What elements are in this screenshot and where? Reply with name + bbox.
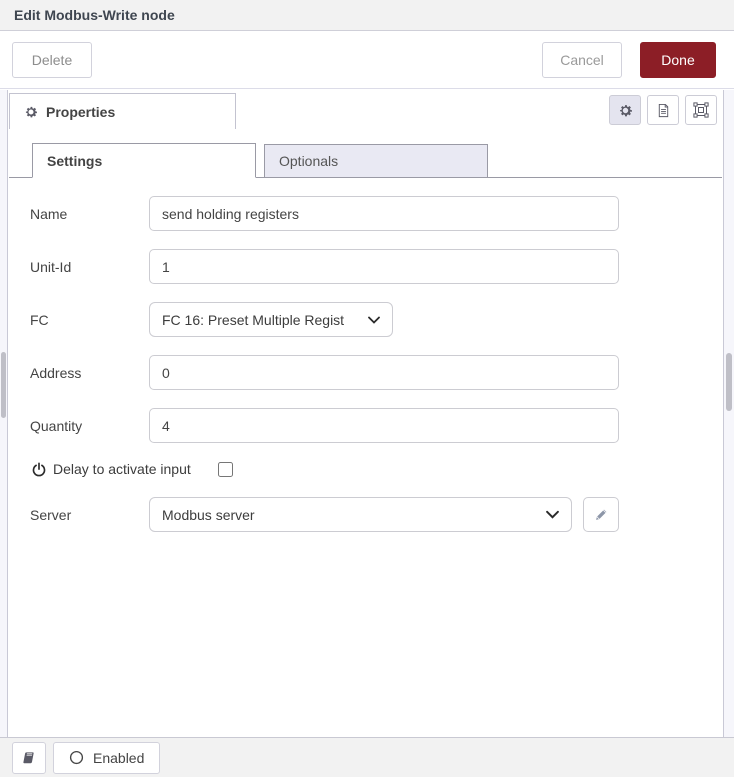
object-group-icon	[693, 102, 709, 118]
gear-icon	[24, 105, 38, 119]
tab-settings-label: Settings	[47, 153, 102, 169]
server-selected-value: Modbus server	[162, 507, 255, 523]
name-label: Name	[30, 206, 149, 222]
fc-label: FC	[30, 312, 149, 328]
right-scrollbar-thumb[interactable]	[726, 353, 732, 411]
edit-server-button[interactable]	[583, 497, 619, 532]
chevron-down-icon	[546, 510, 559, 519]
node-help-button[interactable]	[12, 742, 46, 774]
quantity-row: Quantity	[30, 408, 722, 443]
dialog-body: Properties	[0, 90, 734, 737]
quantity-label: Quantity	[30, 418, 149, 434]
server-row: Server Modbus server	[30, 497, 722, 532]
unit-id-label: Unit-Id	[30, 259, 149, 275]
left-scrollbar[interactable]	[0, 90, 8, 737]
editor-tab-icons	[609, 95, 717, 125]
properties-tab-label: Properties	[46, 104, 115, 120]
dialog-content: Properties	[9, 90, 722, 737]
properties-gear-icon-button[interactable]	[609, 95, 641, 125]
name-input[interactable]	[149, 196, 619, 231]
settings-form: Name Unit-Id FC FC 16: Preset Multiple R…	[9, 178, 722, 532]
appearance-icon-button[interactable]	[685, 95, 717, 125]
tab-optionals-label: Optionals	[279, 153, 338, 169]
edit-node-dialog: Edit Modbus-Write node Delete Cancel Don…	[0, 0, 734, 777]
fc-select[interactable]: FC 16: Preset Multiple Regist	[149, 302, 393, 337]
unit-id-row: Unit-Id	[30, 249, 722, 284]
quantity-input[interactable]	[149, 408, 619, 443]
server-label: Server	[30, 507, 149, 523]
delay-row: Delay to activate input	[32, 461, 722, 477]
address-label: Address	[30, 365, 149, 381]
dialog-footer: Enabled	[0, 737, 734, 777]
tab-properties[interactable]: Properties	[9, 93, 236, 129]
delete-button[interactable]: Delete	[12, 42, 92, 78]
dialog-toolbar: Delete Cancel Done	[0, 31, 734, 89]
enabled-label: Enabled	[93, 750, 144, 766]
settings-tab-bar: Settings Optionals	[9, 143, 722, 178]
address-row: Address	[30, 355, 722, 390]
fc-row: FC FC 16: Preset Multiple Regist	[30, 302, 722, 337]
circle-icon	[69, 750, 84, 765]
delay-label: Delay to activate input	[53, 461, 191, 477]
cancel-button[interactable]: Cancel	[542, 42, 622, 78]
left-scrollbar-thumb[interactable]	[1, 352, 6, 418]
delay-label-group: Delay to activate input	[32, 461, 191, 477]
fc-selected-value: FC 16: Preset Multiple Regist	[162, 312, 344, 328]
tab-settings[interactable]: Settings	[32, 143, 256, 178]
dialog-title: Edit Modbus-Write node	[14, 7, 175, 23]
dialog-header: Edit Modbus-Write node	[0, 0, 734, 31]
delay-checkbox[interactable]	[218, 462, 233, 477]
done-button[interactable]: Done	[640, 42, 716, 78]
gear-icon	[618, 103, 633, 118]
document-icon	[656, 103, 671, 118]
address-input[interactable]	[149, 355, 619, 390]
description-icon-button[interactable]	[647, 95, 679, 125]
pencil-icon	[594, 507, 609, 522]
right-scrollbar[interactable]	[723, 90, 734, 737]
properties-tab-row: Properties	[9, 90, 722, 129]
name-row: Name	[30, 196, 722, 231]
unit-id-input[interactable]	[149, 249, 619, 284]
power-icon	[32, 462, 46, 477]
server-select[interactable]: Modbus server	[149, 497, 572, 532]
book-icon	[22, 751, 36, 765]
enabled-toggle-button[interactable]: Enabled	[53, 742, 160, 774]
tab-optionals[interactable]: Optionals	[264, 144, 488, 177]
chevron-down-icon	[368, 316, 380, 324]
